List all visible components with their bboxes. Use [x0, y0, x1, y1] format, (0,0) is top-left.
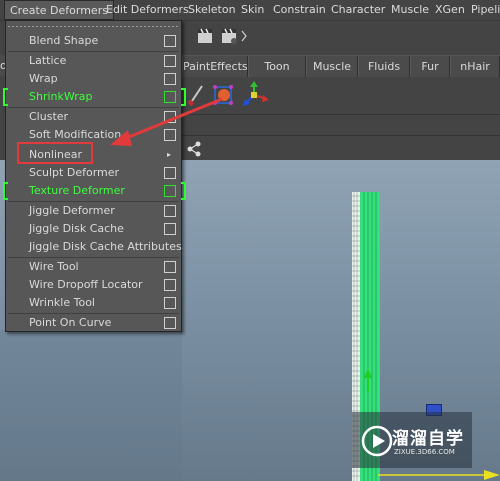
tab-fluids[interactable]: Fluids [358, 56, 410, 77]
menu-item-point-on-curve[interactable]: Point On Curve [7, 314, 180, 332]
menu-xgen[interactable]: XGen [430, 0, 470, 20]
menu-item-label: Lattice [29, 54, 67, 67]
menu-item-cluster[interactable]: Cluster [7, 108, 180, 126]
option-box-icon[interactable] [164, 261, 176, 273]
option-box-icon[interactable] [164, 167, 176, 179]
menu-item-label: Jiggle Disk Cache Attributes [29, 240, 182, 253]
menu-character[interactable]: Character [326, 0, 390, 20]
create-deformers-dropdown: Blend Shape Lattice Wrap ShrinkWrap Clus… [3, 20, 186, 332]
watermark-subtitle: ZIXUE.3D66.COM [394, 448, 455, 456]
menu-skeleton[interactable]: Skeleton [183, 0, 241, 20]
menu-item-shrinkwrap[interactable]: ShrinkWrap [3, 88, 186, 106]
menu-item-lattice[interactable]: Lattice [7, 52, 180, 70]
option-box-icon[interactable] [164, 111, 176, 123]
option-box-icon[interactable] [164, 91, 176, 103]
tab-fur[interactable]: Fur [410, 56, 450, 77]
menu-item-label: Jiggle Deformer [29, 204, 115, 217]
option-box-icon[interactable] [164, 279, 176, 291]
watermark-title: 溜溜自学 [392, 429, 464, 449]
main-menu-bar: Create Deformers Edit Deformers Skeleton… [0, 0, 500, 21]
menu-item-label: ShrinkWrap [29, 90, 93, 103]
submenu-arrow-icon: ▸ [167, 150, 172, 159]
menu-item-label: Wrinkle Tool [29, 296, 95, 309]
paint-brush-icon[interactable] [184, 83, 208, 109]
menu-item-label: Jiggle Disk Cache [29, 222, 124, 235]
menu-item-blend-shape[interactable]: Blend Shape [7, 32, 180, 50]
axis-arrow-icon[interactable] [378, 468, 500, 481]
option-box-icon[interactable] [164, 223, 176, 235]
node-graph-icon[interactable] [186, 141, 202, 157]
menu-item-label: Blend Shape [29, 34, 99, 47]
menu-skin[interactable]: Skin [236, 0, 269, 20]
chevron-right-icon[interactable] [240, 27, 248, 45]
tear-off-handle[interactable] [8, 23, 179, 31]
tab-muscle[interactable]: Muscle [306, 56, 358, 77]
menu-item-wrap[interactable]: Wrap [7, 70, 180, 88]
panel-toolbar [182, 135, 500, 160]
menu-item-label: Point On Curve [29, 316, 112, 329]
lattice-cube-icon[interactable] [210, 81, 238, 109]
tab-nhair[interactable]: nHair [450, 56, 500, 77]
highlight-bracket-left [3, 88, 8, 106]
highlight-bracket-right [181, 182, 186, 200]
option-box-icon[interactable] [164, 297, 176, 309]
watermark: 溜溜自学 ZIXUE.3D66.COM [352, 412, 472, 468]
menu-item-label: Texture Deformer [29, 184, 125, 197]
viewport-left-area[interactable] [0, 330, 182, 481]
clapper-render-icon[interactable] [220, 27, 238, 45]
clapper-icon[interactable] [196, 27, 214, 45]
menu-item-jiggle-disk-cache[interactable]: Jiggle Disk Cache [7, 220, 180, 238]
highlight-bracket-right [181, 88, 186, 106]
menu-item-jiggle-disk-cache-attributes[interactable]: Jiggle Disk Cache Attributes [7, 238, 182, 256]
menu-item-label: Sculpt Deformer [29, 166, 120, 179]
menu-create-deformers[interactable]: Create Deformers [4, 0, 114, 20]
tab-toon[interactable]: Toon [248, 56, 306, 77]
option-box-icon[interactable] [164, 185, 176, 197]
option-box-icon[interactable] [164, 129, 176, 141]
highlight-bracket-left [3, 182, 8, 200]
menu-item-label: Soft Modification [29, 128, 122, 141]
menu-item-label: Wrap [29, 72, 58, 85]
menu-constrain[interactable]: Constrain [268, 0, 331, 20]
menu-item-label: Wire Tool [29, 260, 79, 273]
move-manipulator-icon[interactable] [240, 81, 270, 109]
menu-muscle[interactable]: Muscle [386, 0, 434, 20]
shelf-icon-row [182, 77, 500, 115]
menu-item-sculpt-deformer[interactable]: Sculpt Deformer [7, 164, 180, 182]
menu-item-wrinkle-tool[interactable]: Wrinkle Tool [7, 294, 180, 312]
status-line-toolbar [182, 21, 500, 54]
play-logo-icon [361, 425, 393, 457]
tab-painteffects[interactable]: PaintEffects [182, 56, 248, 77]
option-box-icon[interactable] [164, 205, 176, 217]
menu-item-wire-tool[interactable]: Wire Tool [7, 258, 180, 276]
shelf-tab-bar: PaintEffects Toon Muscle Fluids Fur nHai… [182, 55, 500, 77]
option-box-icon[interactable] [164, 55, 176, 67]
menu-item-label: Wire Dropoff Locator [29, 278, 143, 291]
option-box-icon[interactable] [164, 317, 176, 329]
menu-pipeline[interactable]: Pipeli [466, 0, 500, 20]
option-box-icon[interactable] [164, 73, 176, 85]
menu-item-jiggle-deformer[interactable]: Jiggle Deformer [7, 202, 180, 220]
menu-edit-deformers[interactable]: Edit Deformers [101, 0, 194, 20]
menu-item-wire-dropoff-locator[interactable]: Wire Dropoff Locator [7, 276, 180, 294]
annotation-highlight-box [17, 142, 93, 164]
menu-item-label: Cluster [29, 110, 69, 123]
option-box-icon[interactable] [164, 35, 176, 47]
menu-item-texture-deformer[interactable]: Texture Deformer [3, 182, 186, 200]
